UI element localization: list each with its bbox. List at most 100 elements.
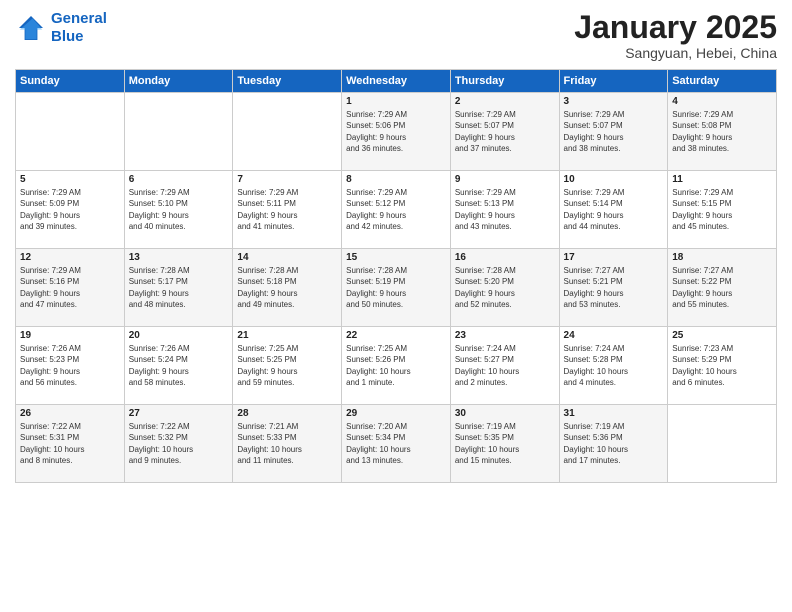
day-info: Sunrise: 7:19 AM Sunset: 5:35 PM Dayligh… bbox=[455, 421, 555, 466]
day-info: Sunrise: 7:29 AM Sunset: 5:16 PM Dayligh… bbox=[20, 265, 120, 310]
calendar-cell: 2 Sunrise: 7:29 AM Sunset: 5:07 PM Daylig… bbox=[450, 93, 559, 171]
location-subtitle: Sangyuan, Hebei, China bbox=[574, 45, 777, 61]
calendar-cell: 25Sunrise: 7:23 AM Sunset: 5:29 PM Dayli… bbox=[668, 327, 777, 405]
calendar-cell: 15 Sunrise: 7:28 AM Sunset: 5:19 PM Dayli… bbox=[342, 249, 451, 327]
day-info: Sunrise: 7:29 AM Sunset: 5:07 PM Dayligh… bbox=[564, 109, 664, 154]
logo-text: General Blue bbox=[51, 10, 107, 46]
day-info: Sunrise: 7:29 AM Sunset: 5:07 PM Dayligh… bbox=[455, 109, 555, 154]
day-number: 24 bbox=[564, 330, 664, 341]
day-number: 21 bbox=[237, 330, 337, 341]
day-info: Sunrise: 7:24 AM Sunset: 5:28 PM Dayligh… bbox=[564, 343, 664, 388]
day-number: 5 bbox=[20, 174, 120, 185]
calendar-cell: 8 Sunrise: 7:29 AM Sunset: 5:12 PM Daylig… bbox=[342, 171, 451, 249]
day-number: 31 bbox=[564, 408, 664, 419]
calendar-cell: 20 Sunrise: 7:26 AM Sunset: 5:24 PM Dayli… bbox=[124, 327, 233, 405]
day-number: 4 bbox=[672, 96, 772, 107]
day-number: 20 bbox=[129, 330, 229, 341]
calendar-cell: 19 Sunrise: 7:26 AM Sunset: 5:23 PM Dayli… bbox=[16, 327, 125, 405]
calendar-cell: 21Sunrise: 7:25 AM Sunset: 5:25 PM Dayli… bbox=[233, 327, 342, 405]
header: General Blue January 2025 Sangyuan, Hebe… bbox=[15, 10, 777, 61]
day-number: 11 bbox=[672, 174, 772, 185]
col-saturday: Saturday bbox=[668, 70, 777, 93]
day-number: 6 bbox=[129, 174, 229, 185]
day-number: 18 bbox=[672, 252, 772, 263]
calendar-cell: 4 Sunrise: 7:29 AM Sunset: 5:08 PM Daylig… bbox=[668, 93, 777, 171]
day-info: Sunrise: 7:28 AM Sunset: 5:17 PM Dayligh… bbox=[129, 265, 229, 310]
day-info: Sunrise: 7:28 AM Sunset: 5:19 PM Dayligh… bbox=[346, 265, 446, 310]
day-info: Sunrise: 7:20 AM Sunset: 5:34 PM Dayligh… bbox=[346, 421, 446, 466]
day-number: 30 bbox=[455, 408, 555, 419]
calendar-cell: 7Sunrise: 7:29 AM Sunset: 5:11 PM Daylig… bbox=[233, 171, 342, 249]
day-number: 9 bbox=[455, 174, 555, 185]
day-info: Sunrise: 7:27 AM Sunset: 5:21 PM Dayligh… bbox=[564, 265, 664, 310]
calendar-cell: 22 Sunrise: 7:25 AM Sunset: 5:26 PM Dayli… bbox=[342, 327, 451, 405]
day-info: Sunrise: 7:25 AM Sunset: 5:26 PM Dayligh… bbox=[346, 343, 446, 388]
calendar-cell: 29 Sunrise: 7:20 AM Sunset: 5:34 PM Dayli… bbox=[342, 405, 451, 483]
calendar-cell: 18 Sunrise: 7:27 AM Sunset: 5:22 PM Dayli… bbox=[668, 249, 777, 327]
calendar-cell: 31 Sunrise: 7:19 AM Sunset: 5:36 PM Dayli… bbox=[559, 405, 668, 483]
day-info: Sunrise: 7:22 AM Sunset: 5:31 PM Dayligh… bbox=[20, 421, 120, 466]
day-info: Sunrise: 7:26 AM Sunset: 5:24 PM Dayligh… bbox=[129, 343, 229, 388]
col-thursday: Thursday bbox=[450, 70, 559, 93]
day-number: 2 bbox=[455, 96, 555, 107]
day-number: 19 bbox=[20, 330, 120, 341]
col-wednesday: Wednesday bbox=[342, 70, 451, 93]
calendar-cell: 30 Sunrise: 7:19 AM Sunset: 5:35 PM Dayli… bbox=[450, 405, 559, 483]
calendar-cell bbox=[16, 93, 125, 171]
day-info: Sunrise: 7:29 AM Sunset: 5:06 PM Dayligh… bbox=[346, 109, 446, 154]
calendar-cell: 1 Sunrise: 7:29 AM Sunset: 5:06 PM Daylig… bbox=[342, 93, 451, 171]
day-number: 14 bbox=[237, 252, 337, 263]
day-number: 10 bbox=[564, 174, 664, 185]
calendar-cell bbox=[124, 93, 233, 171]
calendar-header-row: Sunday Monday Tuesday Wednesday Thursday… bbox=[16, 70, 777, 93]
day-info: Sunrise: 7:23 AM Sunset: 5:29 PM Dayligh… bbox=[672, 343, 772, 388]
day-number: 26 bbox=[20, 408, 120, 419]
day-number: 27 bbox=[129, 408, 229, 419]
calendar-cell: 16Sunrise: 7:28 AM Sunset: 5:20 PM Dayli… bbox=[450, 249, 559, 327]
day-info: Sunrise: 7:29 AM Sunset: 5:15 PM Dayligh… bbox=[672, 187, 772, 232]
day-number: 12 bbox=[20, 252, 120, 263]
day-number: 15 bbox=[346, 252, 446, 263]
day-info: Sunrise: 7:29 AM Sunset: 5:08 PM Dayligh… bbox=[672, 109, 772, 154]
day-number: 22 bbox=[346, 330, 446, 341]
day-info: Sunrise: 7:28 AM Sunset: 5:18 PM Dayligh… bbox=[237, 265, 337, 310]
day-info: Sunrise: 7:26 AM Sunset: 5:23 PM Dayligh… bbox=[20, 343, 120, 388]
day-number: 28 bbox=[237, 408, 337, 419]
logo: General Blue bbox=[15, 10, 107, 46]
calendar-cell: 13 Sunrise: 7:28 AM Sunset: 5:17 PM Dayli… bbox=[124, 249, 233, 327]
day-info: Sunrise: 7:29 AM Sunset: 5:10 PM Dayligh… bbox=[129, 187, 229, 232]
day-info: Sunrise: 7:27 AM Sunset: 5:22 PM Dayligh… bbox=[672, 265, 772, 310]
day-number: 1 bbox=[346, 96, 446, 107]
calendar-cell: 23Sunrise: 7:24 AM Sunset: 5:27 PM Dayli… bbox=[450, 327, 559, 405]
col-friday: Friday bbox=[559, 70, 668, 93]
calendar-cell: 9 Sunrise: 7:29 AM Sunset: 5:13 PM Daylig… bbox=[450, 171, 559, 249]
day-number: 7 bbox=[237, 174, 337, 185]
day-number: 13 bbox=[129, 252, 229, 263]
calendar-cell: 12 Sunrise: 7:29 AM Sunset: 5:16 PM Dayli… bbox=[16, 249, 125, 327]
day-info: Sunrise: 7:29 AM Sunset: 5:13 PM Dayligh… bbox=[455, 187, 555, 232]
day-info: Sunrise: 7:19 AM Sunset: 5:36 PM Dayligh… bbox=[564, 421, 664, 466]
calendar-cell: 5 Sunrise: 7:29 AM Sunset: 5:09 PM Daylig… bbox=[16, 171, 125, 249]
calendar-cell: 11 Sunrise: 7:29 AM Sunset: 5:15 PM Dayli… bbox=[668, 171, 777, 249]
page-container: General Blue January 2025 Sangyuan, Hebe… bbox=[0, 0, 792, 488]
day-number: 17 bbox=[564, 252, 664, 263]
day-info: Sunrise: 7:21 AM Sunset: 5:33 PM Dayligh… bbox=[237, 421, 337, 466]
day-info: Sunrise: 7:28 AM Sunset: 5:20 PM Dayligh… bbox=[455, 265, 555, 310]
day-info: Sunrise: 7:29 AM Sunset: 5:09 PM Dayligh… bbox=[20, 187, 120, 232]
day-info: Sunrise: 7:24 AM Sunset: 5:27 PM Dayligh… bbox=[455, 343, 555, 388]
col-sunday: Sunday bbox=[16, 70, 125, 93]
day-info: Sunrise: 7:22 AM Sunset: 5:32 PM Dayligh… bbox=[129, 421, 229, 466]
calendar-cell: 3Sunrise: 7:29 AM Sunset: 5:07 PM Daylig… bbox=[559, 93, 668, 171]
calendar-week-row: 26 Sunrise: 7:22 AM Sunset: 5:31 PM Dayli… bbox=[16, 405, 777, 483]
day-number: 29 bbox=[346, 408, 446, 419]
day-number: 8 bbox=[346, 174, 446, 185]
day-info: Sunrise: 7:29 AM Sunset: 5:14 PM Dayligh… bbox=[564, 187, 664, 232]
calendar-week-row: 5 Sunrise: 7:29 AM Sunset: 5:09 PM Daylig… bbox=[16, 171, 777, 249]
calendar-week-row: 12 Sunrise: 7:29 AM Sunset: 5:16 PM Dayli… bbox=[16, 249, 777, 327]
calendar-cell: 6 Sunrise: 7:29 AM Sunset: 5:10 PM Daylig… bbox=[124, 171, 233, 249]
col-monday: Monday bbox=[124, 70, 233, 93]
calendar-cell: 27 Sunrise: 7:22 AM Sunset: 5:32 PM Dayli… bbox=[124, 405, 233, 483]
col-tuesday: Tuesday bbox=[233, 70, 342, 93]
day-info: Sunrise: 7:29 AM Sunset: 5:12 PM Dayligh… bbox=[346, 187, 446, 232]
calendar-week-row: 1 Sunrise: 7:29 AM Sunset: 5:06 PM Daylig… bbox=[16, 93, 777, 171]
